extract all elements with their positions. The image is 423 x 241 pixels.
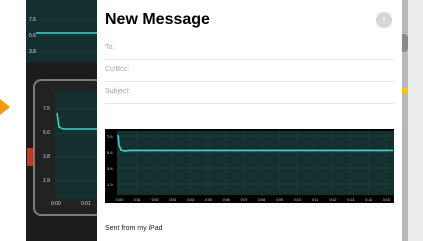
bg-tick-label: 5.6 — [29, 33, 36, 39]
attached-chart-y-tick: 1.9 — [107, 182, 113, 187]
preview-y-tick: 1.9 — [43, 178, 50, 184]
preview-x-tick: 0:01 — [81, 201, 91, 207]
attached-chart-x-tick: 0:00 — [116, 198, 123, 202]
subject-field[interactable]: Subject: — [105, 81, 394, 104]
arrow-right-icon — [0, 99, 10, 115]
subject-label: Subject: — [105, 88, 131, 95]
preview-y-tick: 5.6 — [43, 130, 50, 136]
attached-chart-x-tick: 0:09 — [276, 198, 283, 202]
ccbcc-field[interactable]: Cc/Bcc: — [105, 59, 394, 82]
attached-chart-image[interactable]: 7.5 5.6 3.8 1.9 0:00 0:01 0:02 0:03 0:04 0:05 0:06… — [105, 129, 394, 203]
send-button[interactable]: ↑ — [376, 12, 392, 28]
attached-chart-x-tick: 0:08 — [258, 198, 265, 202]
attached-chart-x-tick: 0:06 — [223, 198, 230, 202]
attached-chart-x-tick: 0:07 — [241, 198, 248, 202]
preview-chart-svg — [55, 91, 101, 199]
attached-chart-x-tick: 0:14 — [365, 198, 372, 202]
attached-chart-x-tick: 0:13 — [347, 198, 354, 202]
attached-chart-x-tick: 0:02 — [152, 198, 159, 202]
attached-chart-svg: 7.5 5.6 3.8 1.9 0:00 0:01 0:02 0:03 0:04 0:05 0:06… — [107, 131, 394, 202]
preview-y-tick: 3.8 — [43, 154, 50, 160]
attached-chart-x-tick: 0:12 — [330, 198, 337, 202]
attached-chart-y-tick: 3.8 — [107, 166, 113, 171]
ccbcc-label: Cc/Bcc: — [105, 66, 130, 73]
attached-chart-x-tick: 0:01 — [134, 198, 141, 202]
background-right-tab — [402, 34, 408, 52]
to-field[interactable]: To: — [105, 37, 394, 60]
attached-chart-y-tick: 5.6 — [107, 150, 113, 155]
attached-chart-x-tick: 0:04 — [187, 198, 194, 202]
attached-chart-x-tick: 0:10 — [294, 198, 301, 202]
attached-chart-x-tick: 0:11 — [312, 198, 319, 202]
compose-sheet: New Message ↑ To: Cc/Bcc: Subject: 7.5 5.… — [97, 0, 402, 241]
background-chart: 7.5 5.6 3.8 — [26, 0, 97, 62]
bg-tick-label: 7.5 — [29, 17, 36, 23]
arrow-up-icon: ↑ — [381, 14, 387, 26]
attached-chart-x-tick: 0:05 — [205, 198, 212, 202]
bg-tick-label: 3.8 — [29, 49, 36, 55]
chart-preview-window[interactable]: 7.5 5.6 3.8 1.9 0:00 0:01 — [33, 79, 103, 216]
attached-chart-x-tick: 0:03 — [169, 198, 176, 202]
attached-chart-x-tick: 0:15 — [383, 198, 390, 202]
preview-x-tick: 0:00 — [51, 201, 61, 207]
email-signature: Sent from my iPad — [105, 225, 163, 232]
attached-chart-y-tick: 7.5 — [107, 134, 113, 139]
to-label: To: — [105, 44, 115, 51]
background-right-marker — [402, 88, 408, 94]
background-chart-svg — [26, 19, 97, 53]
preview-y-tick: 7.5 — [43, 106, 50, 112]
compose-title: New Message — [105, 11, 210, 28]
